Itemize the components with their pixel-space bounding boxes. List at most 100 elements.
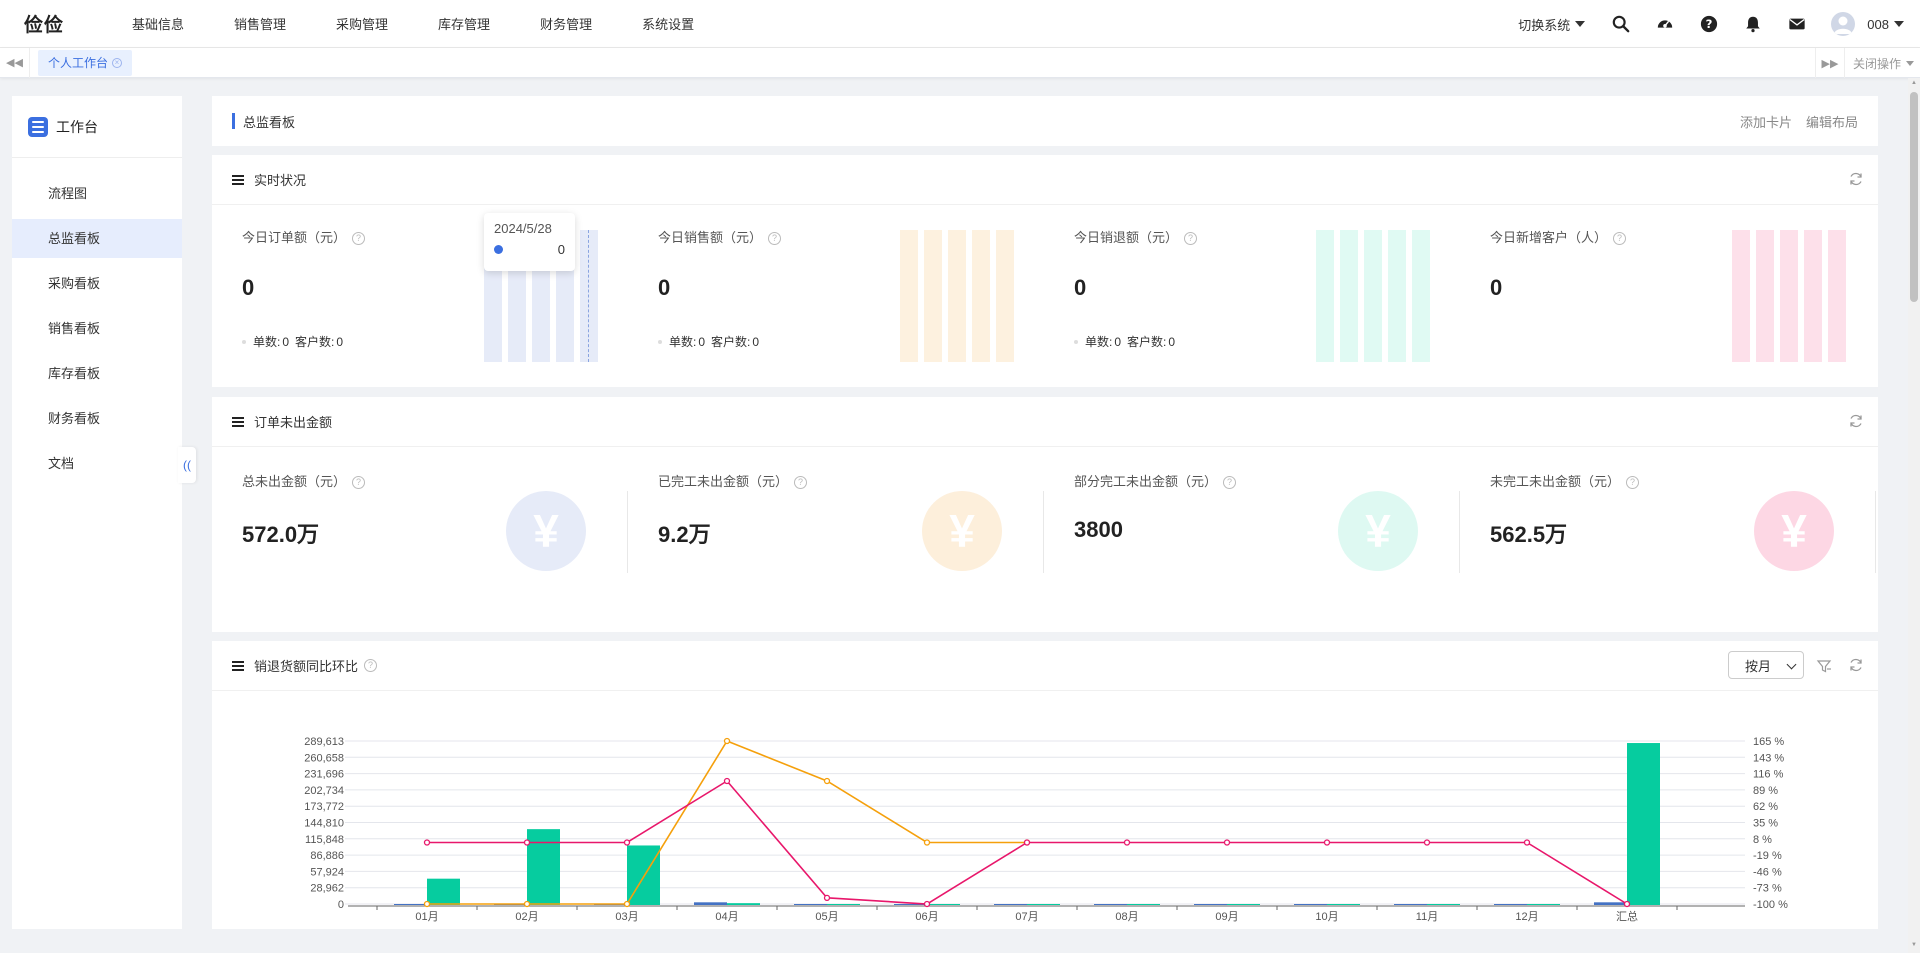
stat-label: 今日销售额（元）? — [658, 227, 782, 246]
mini-bar — [1756, 230, 1774, 362]
mini-bar — [1412, 230, 1430, 362]
stat-value: 9.2万 — [658, 522, 711, 547]
series-point — [1323, 839, 1331, 846]
help-icon[interactable]: ? — [794, 476, 808, 490]
chart-bar — [1327, 904, 1360, 905]
chart-bar — [1194, 904, 1227, 905]
sidebar-item-purchase-board[interactable]: 采购看板 — [12, 264, 182, 303]
y-right-tick-label: -19 % — [1753, 850, 1782, 862]
menu-icon[interactable] — [232, 660, 244, 671]
help-icon[interactable]: ? — [352, 476, 366, 490]
dashboard-icon[interactable] — [1655, 14, 1675, 34]
period-select[interactable]: 按月 — [1728, 651, 1804, 679]
bell-icon[interactable] — [1743, 14, 1763, 34]
x-tick-label: 06月 — [915, 911, 938, 923]
x-tick-label: 03月 — [615, 911, 638, 923]
scroll-up-icon[interactable]: ▲ — [1910, 80, 1918, 88]
help-icon[interactable]: ? — [1699, 14, 1719, 34]
y-right-tick-label: 35 % — [1753, 818, 1778, 830]
stat-label: 今日销退额（元）? — [1074, 227, 1198, 246]
combo-chart[interactable]: 0 -100 % 28,962 -73 % 57,924 -46 % 86,886 -19 %… — [212, 691, 1878, 929]
x-tick-label: 07月 — [1015, 911, 1038, 923]
filter-icon[interactable] — [1816, 658, 1832, 674]
menu-icon[interactable] — [232, 174, 244, 185]
x-tick-label: 02月 — [515, 911, 538, 923]
x-tick-label: 04月 — [715, 911, 738, 923]
chart-bar — [527, 829, 560, 905]
nav-finance[interactable]: 财务管理 — [515, 14, 617, 33]
nav-settings[interactable]: 系统设置 — [617, 14, 719, 33]
series-point — [1623, 900, 1631, 908]
help-icon[interactable]: ? — [352, 232, 366, 246]
close-icon[interactable]: × — [112, 57, 123, 68]
tooltip-row: 0 — [494, 242, 565, 257]
stat-value: 562.5万 — [1490, 522, 1568, 547]
x-tick-label: 05月 — [815, 911, 838, 923]
sidebar-item-director-board[interactable]: 总监看板 — [12, 219, 182, 258]
stat-subtext: 单数: 0 客户数: 0 — [658, 333, 759, 350]
series-point — [923, 900, 931, 908]
search-icon[interactable] — [1611, 14, 1631, 34]
refresh-icon[interactable] — [1848, 413, 1864, 429]
sidebar-item-sales-board[interactable]: 销售看板 — [12, 309, 182, 348]
stat-value: 0 — [242, 275, 255, 300]
switch-system-dropdown[interactable]: 切换系统 — [1518, 15, 1586, 34]
sidebar-item-inventory-board[interactable]: 库存看板 — [12, 354, 182, 393]
x-tick-label: 11月 — [1416, 911, 1438, 923]
help-icon[interactable]: ? — [1223, 476, 1237, 490]
mini-bar — [972, 230, 990, 362]
nav-basic-info[interactable]: 基础信息 — [108, 14, 209, 33]
board-actions: 添加卡片 编辑布局 — [1740, 96, 1858, 146]
period-select-value: 按月 — [1745, 658, 1772, 674]
scrollbar-thumb[interactable] — [1910, 92, 1918, 302]
series-point — [823, 777, 831, 785]
y-left-tick-label: 260,658 — [304, 752, 344, 764]
y-left-tick-label: 28,962 — [310, 883, 344, 895]
yen-icon: ¥ — [1754, 491, 1834, 571]
edit-layout-button[interactable]: 编辑布局 — [1806, 112, 1858, 131]
tab-scroll-left-icon[interactable]: ◀◀ — [0, 47, 30, 78]
user-menu[interactable]: 008 — [1831, 12, 1904, 36]
tab-scroll-right-icon[interactable]: ▶▶ — [1814, 48, 1845, 78]
section-title: 销退货额同比环比 — [254, 659, 359, 674]
collapse-sidebar-icon[interactable]: (( — [178, 447, 196, 483]
scroll-down-icon[interactable]: ▼ — [1910, 942, 1918, 950]
series-point — [423, 839, 431, 846]
nav-sales[interactable]: 销售管理 — [209, 14, 311, 33]
help-icon[interactable]: ? — [364, 659, 378, 672]
mini-bar-chart[interactable] — [900, 230, 1016, 362]
mini-bar-chart[interactable] — [1316, 230, 1432, 362]
stat-partial-unshipped: 部分完工未出金额（元）? 3800 ¥ — [1044, 447, 1460, 632]
help-icon[interactable]: ? — [1184, 232, 1198, 246]
chart-bar — [1494, 904, 1527, 905]
sidebar-item-flowchart[interactable]: 流程图 — [12, 174, 182, 213]
tab-personal-workbench[interactable]: 个人工作台 × — [38, 49, 133, 76]
help-icon[interactable]: ? — [1613, 232, 1627, 246]
nav-inventory[interactable]: 库存管理 — [413, 14, 515, 33]
menu-icon[interactable] — [232, 416, 244, 427]
add-card-button[interactable]: 添加卡片 — [1740, 112, 1792, 131]
stat-total-unshipped: 总未出金额（元）? 572.0万 ¥ — [212, 447, 628, 632]
stat-value: 0 — [1074, 275, 1087, 300]
refresh-icon[interactable] — [1848, 171, 1864, 187]
unshipped-header: 订单未出金额 — [212, 397, 1878, 447]
help-icon[interactable]: ? — [1626, 476, 1640, 490]
tab-bar-right: ▶▶ 关闭操作 — [1814, 48, 1920, 78]
tooltip-guide-line — [588, 230, 589, 362]
sidebar-item-finance-board[interactable]: 财务看板 — [12, 399, 182, 438]
nav-purchase[interactable]: 采购管理 — [311, 14, 413, 33]
mini-bar — [948, 230, 966, 362]
close-operations-dropdown[interactable]: 关闭操作 — [1845, 55, 1920, 72]
mini-bar-chart[interactable] — [1732, 230, 1848, 362]
mail-icon[interactable] — [1787, 14, 1807, 34]
mini-bar — [1316, 230, 1334, 362]
sidebar-header: 工作台 — [12, 96, 182, 158]
sidebar-item-docs[interactable]: 文档 — [12, 444, 182, 483]
y-left-tick-label: 86,886 — [310, 850, 344, 862]
help-icon[interactable]: ? — [768, 232, 782, 246]
y-right-tick-label: 62 % — [1753, 801, 1778, 813]
refresh-icon[interactable] — [1848, 657, 1864, 673]
tab-label: 个人工作台 — [48, 56, 109, 70]
unshipped-card: 订单未出金额 总未出金额（元）? 572.0万 ¥ 已完工未出金额（元）? 9.… — [212, 397, 1878, 632]
app-logo[interactable]: 俭俭 — [24, 10, 108, 37]
